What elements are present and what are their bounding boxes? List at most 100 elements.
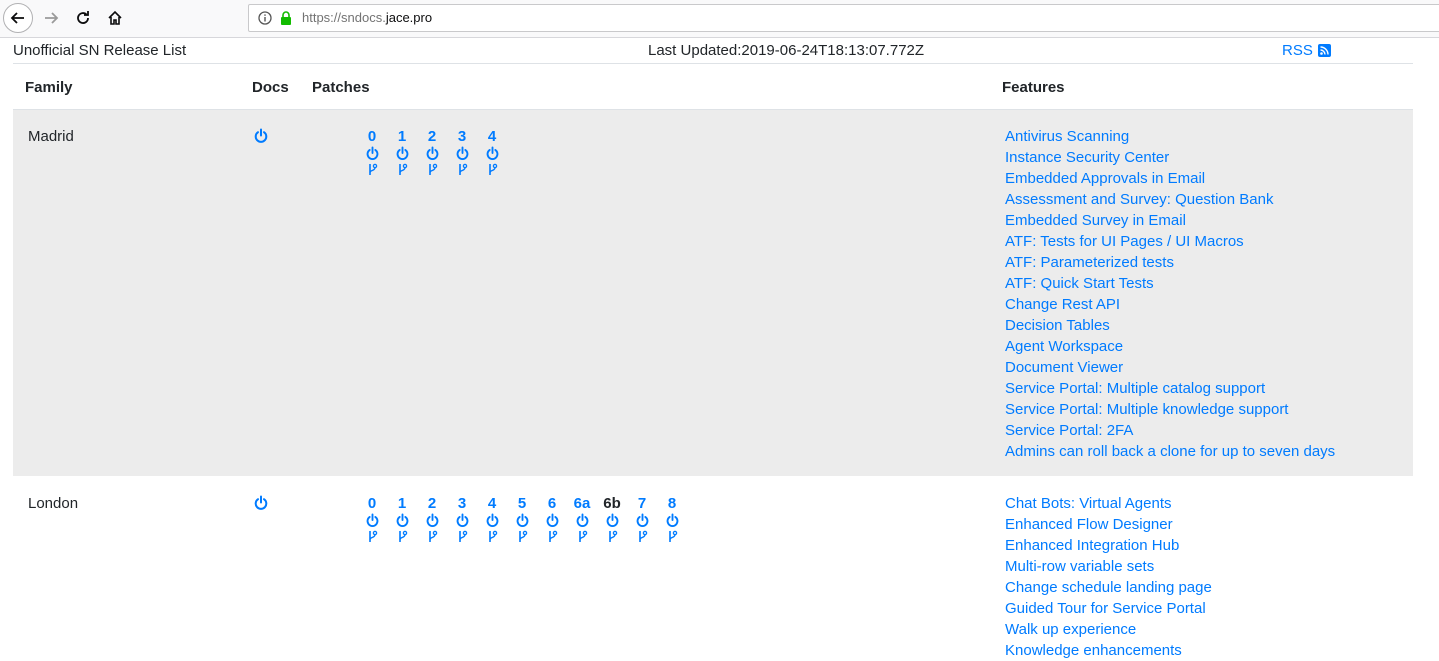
- patch-docs-power-icon[interactable]: [575, 513, 590, 528]
- patch-number-link[interactable]: 3: [458, 495, 466, 512]
- forward-button[interactable]: [36, 3, 66, 33]
- feature-link[interactable]: Admins can roll back a clone for up to s…: [1005, 441, 1335, 462]
- feature-list: Chat Bots: Virtual Agents Enhanced Flow D…: [1005, 493, 1212, 661]
- patch-docs-power-icon[interactable]: [545, 513, 560, 528]
- patch-docs-power-icon[interactable]: [365, 146, 380, 161]
- address-bar[interactable]: https://sndocs.jace.pro: [248, 4, 1439, 32]
- patch-docs-power-icon[interactable]: [605, 513, 620, 528]
- url-prefix: https://sndocs.: [302, 10, 386, 25]
- patch-number-link[interactable]: 6: [548, 495, 556, 512]
- branch-icon[interactable]: [607, 530, 618, 543]
- feature-link[interactable]: Service Portal: Multiple catalog support: [1005, 378, 1335, 399]
- branch-icon[interactable]: [367, 163, 378, 176]
- lock-icon[interactable]: [279, 11, 293, 25]
- home-button[interactable]: [100, 3, 130, 33]
- patch-docs-power-icon[interactable]: [425, 146, 440, 161]
- table-header: Family Docs Patches Features: [13, 63, 1413, 111]
- branch-icon[interactable]: [427, 163, 438, 176]
- patch-number-link[interactable]: 8: [668, 495, 676, 512]
- feature-link[interactable]: Decision Tables: [1005, 315, 1335, 336]
- url-text[interactable]: https://sndocs.jace.pro: [302, 10, 432, 25]
- header-docs: Docs: [252, 79, 289, 96]
- patch-docs-power-icon[interactable]: [485, 146, 500, 161]
- page-topline: Unofficial SN Release List Last Updated:…: [13, 42, 1413, 63]
- feature-link[interactable]: Enhanced Flow Designer: [1005, 514, 1212, 535]
- info-icon[interactable]: [258, 11, 272, 25]
- branch-icon[interactable]: [547, 530, 558, 543]
- patch-number-link[interactable]: 1: [398, 495, 406, 512]
- branch-icon[interactable]: [487, 530, 498, 543]
- patch-number-link[interactable]: 4: [488, 495, 496, 512]
- arrow-right-icon: [45, 12, 59, 24]
- branch-icon[interactable]: [577, 530, 588, 543]
- patch-docs-power-icon[interactable]: [365, 513, 380, 528]
- branch-icon[interactable]: [457, 530, 468, 543]
- feature-link[interactable]: Guided Tour for Service Portal: [1005, 598, 1212, 619]
- feature-link[interactable]: Assessment and Survey: Question Bank: [1005, 189, 1335, 210]
- patch-0: 0: [357, 495, 387, 543]
- patch-0: 0: [357, 128, 387, 176]
- feature-link[interactable]: Instance Security Center: [1005, 147, 1335, 168]
- feature-link[interactable]: Document Viewer: [1005, 357, 1335, 378]
- patch-2: 2: [417, 495, 447, 543]
- patch-number-link[interactable]: 6a: [574, 495, 591, 512]
- patch-number-link[interactable]: 2: [428, 495, 436, 512]
- patch-2: 2: [417, 128, 447, 176]
- feature-link[interactable]: ATF: Tests for UI Pages / UI Macros: [1005, 231, 1335, 252]
- patch-number-link[interactable]: 7: [638, 495, 646, 512]
- branch-icon[interactable]: [367, 530, 378, 543]
- patch-1: 1: [387, 495, 417, 543]
- feature-link[interactable]: Multi-row variable sets: [1005, 556, 1212, 577]
- patch-3: 3: [447, 128, 477, 176]
- rss-icon: [1317, 44, 1331, 57]
- patch-number-link[interactable]: 0: [368, 495, 376, 512]
- feature-link[interactable]: ATF: Quick Start Tests: [1005, 273, 1335, 294]
- patch-number-link[interactable]: 4: [488, 128, 496, 145]
- feature-link[interactable]: Walk up experience: [1005, 619, 1212, 640]
- patch-docs-power-icon[interactable]: [455, 146, 470, 161]
- feature-link[interactable]: Embedded Approvals in Email: [1005, 168, 1335, 189]
- patch-number-link[interactable]: 5: [518, 495, 526, 512]
- docs-power-icon[interactable]: [253, 495, 269, 511]
- patch-docs-power-icon[interactable]: [485, 513, 500, 528]
- patch-docs-power-icon[interactable]: [665, 513, 680, 528]
- reload-button[interactable]: [68, 3, 98, 33]
- url-domain: jace.pro: [385, 10, 433, 25]
- back-button[interactable]: [3, 3, 33, 33]
- branch-icon[interactable]: [397, 163, 408, 176]
- branch-icon[interactable]: [517, 530, 528, 543]
- docs-power-icon[interactable]: [253, 128, 269, 144]
- feature-link[interactable]: Change schedule landing page: [1005, 577, 1212, 598]
- patch-docs-power-icon[interactable]: [395, 513, 410, 528]
- branch-icon[interactable]: [667, 530, 678, 543]
- branch-icon[interactable]: [427, 530, 438, 543]
- branch-icon[interactable]: [637, 530, 648, 543]
- patch-number-link[interactable]: 2: [428, 128, 436, 145]
- patch-docs-power-icon[interactable]: [395, 146, 410, 161]
- patch-number-link[interactable]: 1: [398, 128, 406, 145]
- patch-docs-power-icon[interactable]: [635, 513, 650, 528]
- patch-6: 6: [537, 495, 567, 543]
- branch-icon[interactable]: [457, 163, 468, 176]
- feature-link[interactable]: Agent Workspace: [1005, 336, 1335, 357]
- feature-link[interactable]: Service Portal: 2FA: [1005, 420, 1335, 441]
- arrow-left-icon: [10, 12, 24, 24]
- family-name: London: [28, 495, 79, 512]
- site-brand[interactable]: Unofficial SN Release List: [13, 42, 186, 59]
- feature-link[interactable]: Knowledge enhancements: [1005, 640, 1212, 661]
- branch-icon[interactable]: [397, 530, 408, 543]
- feature-link[interactable]: ATF: Parameterized tests: [1005, 252, 1335, 273]
- feature-link[interactable]: Service Portal: Multiple knowledge suppo…: [1005, 399, 1335, 420]
- patch-number-link[interactable]: 3: [458, 128, 466, 145]
- patch-docs-power-icon[interactable]: [515, 513, 530, 528]
- patch-docs-power-icon[interactable]: [425, 513, 440, 528]
- feature-link[interactable]: Chat Bots: Virtual Agents: [1005, 493, 1212, 514]
- rss-link[interactable]: RSS: [1282, 42, 1331, 59]
- feature-link[interactable]: Antivirus Scanning: [1005, 126, 1335, 147]
- feature-link[interactable]: Change Rest API: [1005, 294, 1335, 315]
- feature-link[interactable]: Enhanced Integration Hub: [1005, 535, 1212, 556]
- feature-link[interactable]: Embedded Survey in Email: [1005, 210, 1335, 231]
- branch-icon[interactable]: [487, 163, 498, 176]
- patch-number-link[interactable]: 0: [368, 128, 376, 145]
- patch-docs-power-icon[interactable]: [455, 513, 470, 528]
